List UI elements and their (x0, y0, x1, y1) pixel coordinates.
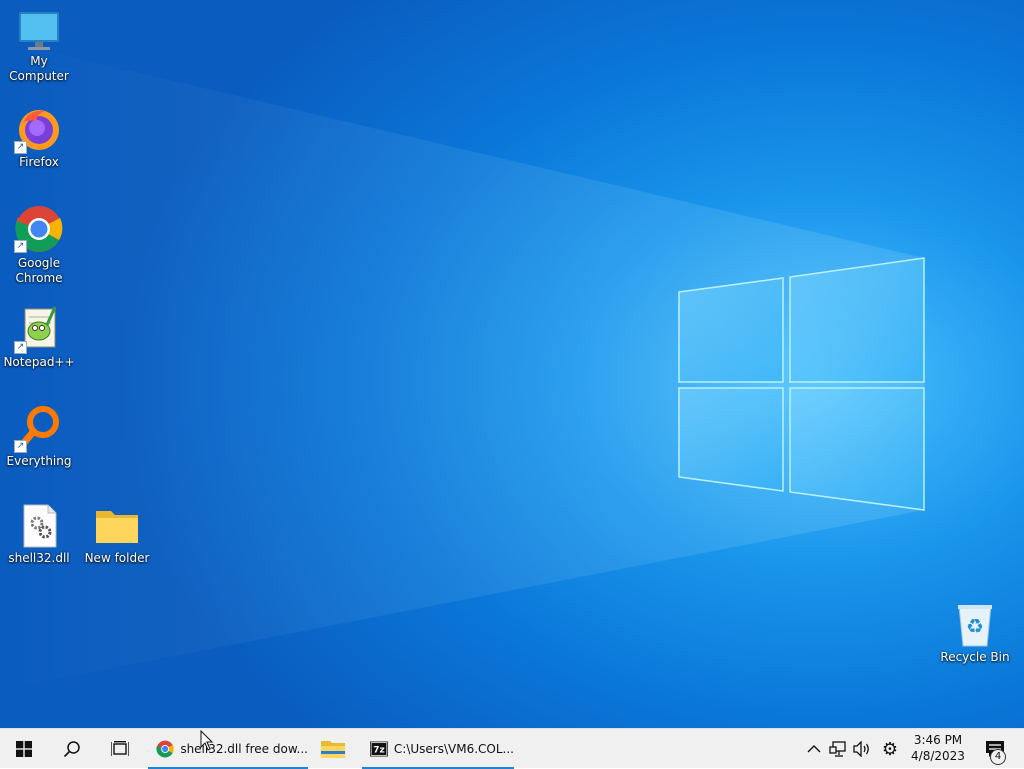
7zip-icon: 7z (370, 741, 388, 757)
windows-start-icon (16, 741, 32, 757)
recycle-bin-icon: ♻ (958, 605, 992, 647)
network-tray-button[interactable] (826, 729, 850, 769)
task-view-button[interactable] (96, 729, 144, 769)
taskbar-app-7zip[interactable]: 7z C:\Users\VM6.COL... (362, 729, 514, 769)
taskbar: shell32.dll free dow... 7z C:\Users\VM6.… (0, 728, 1024, 769)
shortcut-arrow-icon: ↗ (14, 240, 27, 253)
shortcut-arrow-icon: ↗ (14, 141, 27, 154)
chrome-icon (156, 740, 174, 758)
desktop-icon-label: New folder (84, 551, 150, 565)
desktop-icon-notepadpp[interactable]: ↗ Notepad++ (0, 305, 78, 370)
desktop-icon-label: Notepad++ (3, 355, 75, 369)
taskbar-app-file-explorer[interactable] (310, 729, 358, 769)
file-explorer-icon (321, 741, 345, 758)
folder-icon (96, 511, 138, 543)
taskbar-app-chrome[interactable]: shell32.dll free dow... (148, 729, 308, 769)
clock-time: 3:46 PM (913, 733, 963, 747)
shortcut-arrow-icon: ↗ (14, 440, 27, 453)
notification-count-badge: 4 (990, 749, 1006, 765)
desktop-icon-recycle-bin[interactable]: ♻ Recycle Bin (936, 602, 1014, 665)
desktop-icon-firefox[interactable]: ↗ Firefox (0, 105, 78, 170)
desktop-icon-my-computer[interactable]: My Computer (0, 8, 78, 84)
taskbar-app-title: C:\Users\VM6.COL... (393, 742, 514, 756)
svg-text:♻: ♻ (966, 614, 984, 638)
speaker-icon (853, 741, 869, 757)
monitor-icon (19, 12, 59, 50)
start-button[interactable] (0, 729, 48, 769)
desktop-icon-label: Recycle Bin (940, 650, 1010, 664)
shortcut-arrow-icon: ↗ (14, 341, 27, 354)
desktop-icon-shell32-dll[interactable]: shell32.dll (0, 503, 78, 566)
svg-text:7z: 7z (373, 746, 384, 756)
network-icon (829, 741, 846, 757)
gear-icon: ⚙ (881, 738, 899, 760)
show-hidden-icons-button[interactable] (802, 729, 826, 769)
dll-file-icon (23, 504, 57, 548)
desktop-icon-new-folder[interactable]: New folder (78, 503, 156, 566)
windows-logo-wallpaper (0, 40, 925, 690)
chevron-up-icon (807, 745, 821, 753)
desktop-icon-everything[interactable]: ↗ Everything (0, 404, 78, 469)
desktop-icon-label: Firefox (19, 155, 59, 169)
desktop-icon-label: My Computer (9, 54, 69, 83)
search-button[interactable] (48, 729, 96, 769)
desktop-icon-google-chrome[interactable]: ↗ Google Chrome (0, 204, 78, 286)
task-view-icon (111, 741, 129, 756)
mouse-cursor-icon (200, 730, 214, 751)
desktop-icon-label: Everything (6, 454, 72, 468)
settings-tray-button[interactable]: ⚙ (878, 729, 902, 769)
volume-tray-button[interactable] (850, 729, 874, 769)
desktop-icon-label: shell32.dll (8, 551, 70, 565)
desktop-icon-label: Google Chrome (15, 256, 63, 285)
clock-date: 4/8/2023 (911, 749, 965, 763)
clock[interactable]: 3:46 PM 4/8/2023 (906, 729, 970, 769)
search-icon (63, 741, 80, 758)
desktop[interactable]: My Computer ↗ Firefox ↗ Google Chrome ↗ … (0, 0, 1024, 728)
